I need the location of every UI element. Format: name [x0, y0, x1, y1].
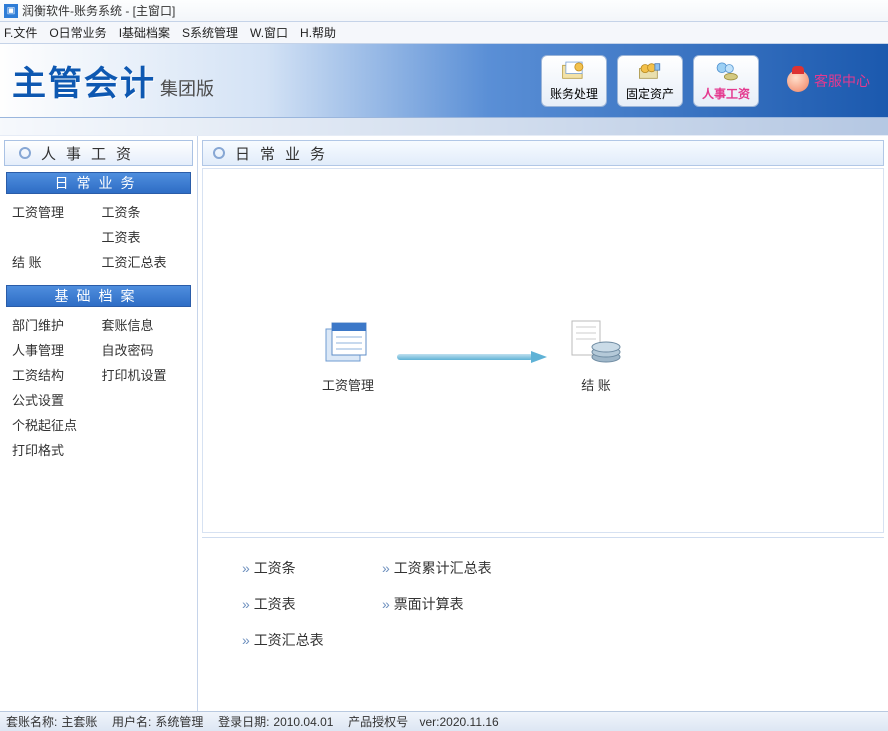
flow-node-label: 工资管理 — [322, 375, 374, 394]
status-bar: 套账名称: 主套账 用户名: 系统管理 登录日期: 2010.04.01 产品授… — [0, 711, 888, 731]
status-login-value: 2010.04.01 — [273, 715, 333, 729]
payroll-icon — [713, 60, 739, 82]
sidebar-item[interactable]: 工资表 — [102, 227, 186, 246]
flow-canvas: 工资管理 结 账 — [202, 168, 884, 533]
status-lic-label: 产品授权号 — [348, 713, 408, 730]
sidebar-item[interactable]: 工资管理 — [12, 202, 96, 221]
support-avatar-icon — [787, 70, 809, 92]
menu-help[interactable]: H.帮助 — [300, 24, 336, 41]
header-btn-assets[interactable]: 固定资产 — [617, 55, 683, 107]
brand-sub: 集团版 — [160, 75, 214, 101]
sidebar-item[interactable]: 人事管理 — [12, 340, 96, 359]
sidebar-item[interactable]: 自改密码 — [102, 340, 186, 359]
header-btn-label: 固定资产 — [626, 85, 674, 102]
status-login-label: 登录日期: — [218, 713, 269, 730]
header-actions: 账务处理 固定资产 人事工资 客服中心 — [541, 55, 870, 107]
workspace: 人事工资 日常业务 工资管理 工资条 工资表 结 账 工资汇总表 基础档案 部门… — [0, 136, 888, 711]
sidebar-item[interactable]: 打印格式 — [12, 440, 96, 459]
sidebar-item[interactable]: 套账信息 — [102, 315, 186, 334]
menu-daily[interactable]: O日常业务 — [49, 24, 106, 41]
header-btn-label: 人事工资 — [702, 85, 750, 102]
header-btn-label: 账务处理 — [550, 85, 598, 102]
sidebar-item[interactable]: 工资结构 — [12, 365, 96, 384]
menu-bar: F.文件 O日常业务 I基础档案 S系统管理 W.窗口 H.帮助 — [0, 22, 888, 44]
sidebar-group-header-basic[interactable]: 基础档案 — [6, 285, 191, 307]
sidebar-item — [12, 227, 96, 246]
sidebar: 人事工资 日常业务 工资管理 工资条 工资表 结 账 工资汇总表 基础档案 部门… — [0, 136, 198, 711]
status-user-label: 用户名: — [112, 713, 151, 730]
link-item[interactable]: 工资累计汇总表 — [382, 558, 562, 578]
ledger-icon — [561, 60, 587, 82]
sidebar-item[interactable]: 工资汇总表 — [102, 252, 186, 271]
header-btn-payroll[interactable]: 人事工资 — [693, 55, 759, 107]
menu-basic[interactable]: I基础档案 — [119, 24, 170, 41]
status-account-label: 套账名称: — [6, 713, 57, 730]
header-band: 主管会计 集团版 账务处理 固定资产 人事工资 客服中心 — [0, 44, 888, 118]
brand-main: 主管会计 — [12, 56, 156, 105]
status-account-value: 主套账 — [61, 713, 97, 730]
main-title-text: 日常业务 — [235, 143, 335, 164]
main-area: 日常业务 工资管理 — [198, 136, 888, 711]
bottom-links: 工资条 工资累计汇总表 工资表 票面计算表 工资汇总表 — [202, 537, 884, 707]
sidebar-title: 人事工资 — [4, 140, 193, 166]
sidebar-item[interactable]: 打印机设置 — [102, 365, 186, 384]
main-title: 日常业务 — [202, 140, 884, 166]
ledger-coins-icon — [568, 319, 624, 367]
header-reflection — [0, 118, 888, 136]
flow-row: 工资管理 结 账 — [303, 319, 641, 394]
sidebar-item — [102, 415, 186, 434]
assets-icon — [637, 60, 663, 82]
sidebar-item[interactable]: 结 账 — [12, 252, 96, 271]
sidebar-item[interactable]: 工资条 — [102, 202, 186, 221]
window-title: 润衡软件-账务系统 - [主窗口] — [22, 2, 175, 19]
support-link[interactable]: 客服中心 — [787, 70, 870, 92]
link-item[interactable]: 工资表 — [242, 594, 382, 614]
sidebar-group-header-daily[interactable]: 日常业务 — [6, 172, 191, 194]
sidebar-item[interactable]: 部门维护 — [12, 315, 96, 334]
sidebar-title-text: 人事工资 — [41, 143, 141, 164]
arrow-icon — [397, 351, 547, 363]
header-btn-accounting[interactable]: 账务处理 — [541, 55, 607, 107]
support-label: 客服中心 — [814, 71, 870, 91]
title-bullet-icon — [19, 147, 31, 159]
flow-node-label: 结 账 — [581, 375, 611, 394]
link-item[interactable]: 票面计算表 — [382, 594, 562, 614]
link-item[interactable]: 工资条 — [242, 558, 382, 578]
brand: 主管会计 集团版 — [12, 56, 214, 105]
sidebar-group-daily: 工资管理 工资条 工资表 结 账 工资汇总表 — [4, 202, 193, 281]
status-lic-value: ver:2020.11.16 — [420, 715, 499, 729]
title-bullet-icon — [213, 147, 225, 159]
flow-node-salary[interactable]: 工资管理 — [303, 319, 393, 394]
sidebar-item — [102, 390, 186, 409]
sidebar-group-basic: 部门维护 套账信息 人事管理 自改密码 工资结构 打印机设置 公式设置 个税起征… — [4, 315, 193, 469]
menu-window[interactable]: W.窗口 — [250, 24, 288, 41]
sidebar-item[interactable]: 个税起征点 — [12, 415, 96, 434]
sidebar-item[interactable]: 公式设置 — [12, 390, 96, 409]
title-bar: ▣ 润衡软件-账务系统 - [主窗口] — [0, 0, 888, 22]
app-icon: ▣ — [4, 4, 18, 18]
documents-icon — [320, 319, 376, 367]
flow-node-close[interactable]: 结 账 — [551, 319, 641, 394]
sidebar-item — [102, 440, 186, 459]
menu-file[interactable]: F.文件 — [4, 24, 37, 41]
menu-system[interactable]: S系统管理 — [182, 24, 238, 41]
link-item[interactable]: 工资汇总表 — [242, 630, 382, 650]
status-user-value: 系统管理 — [155, 713, 203, 730]
